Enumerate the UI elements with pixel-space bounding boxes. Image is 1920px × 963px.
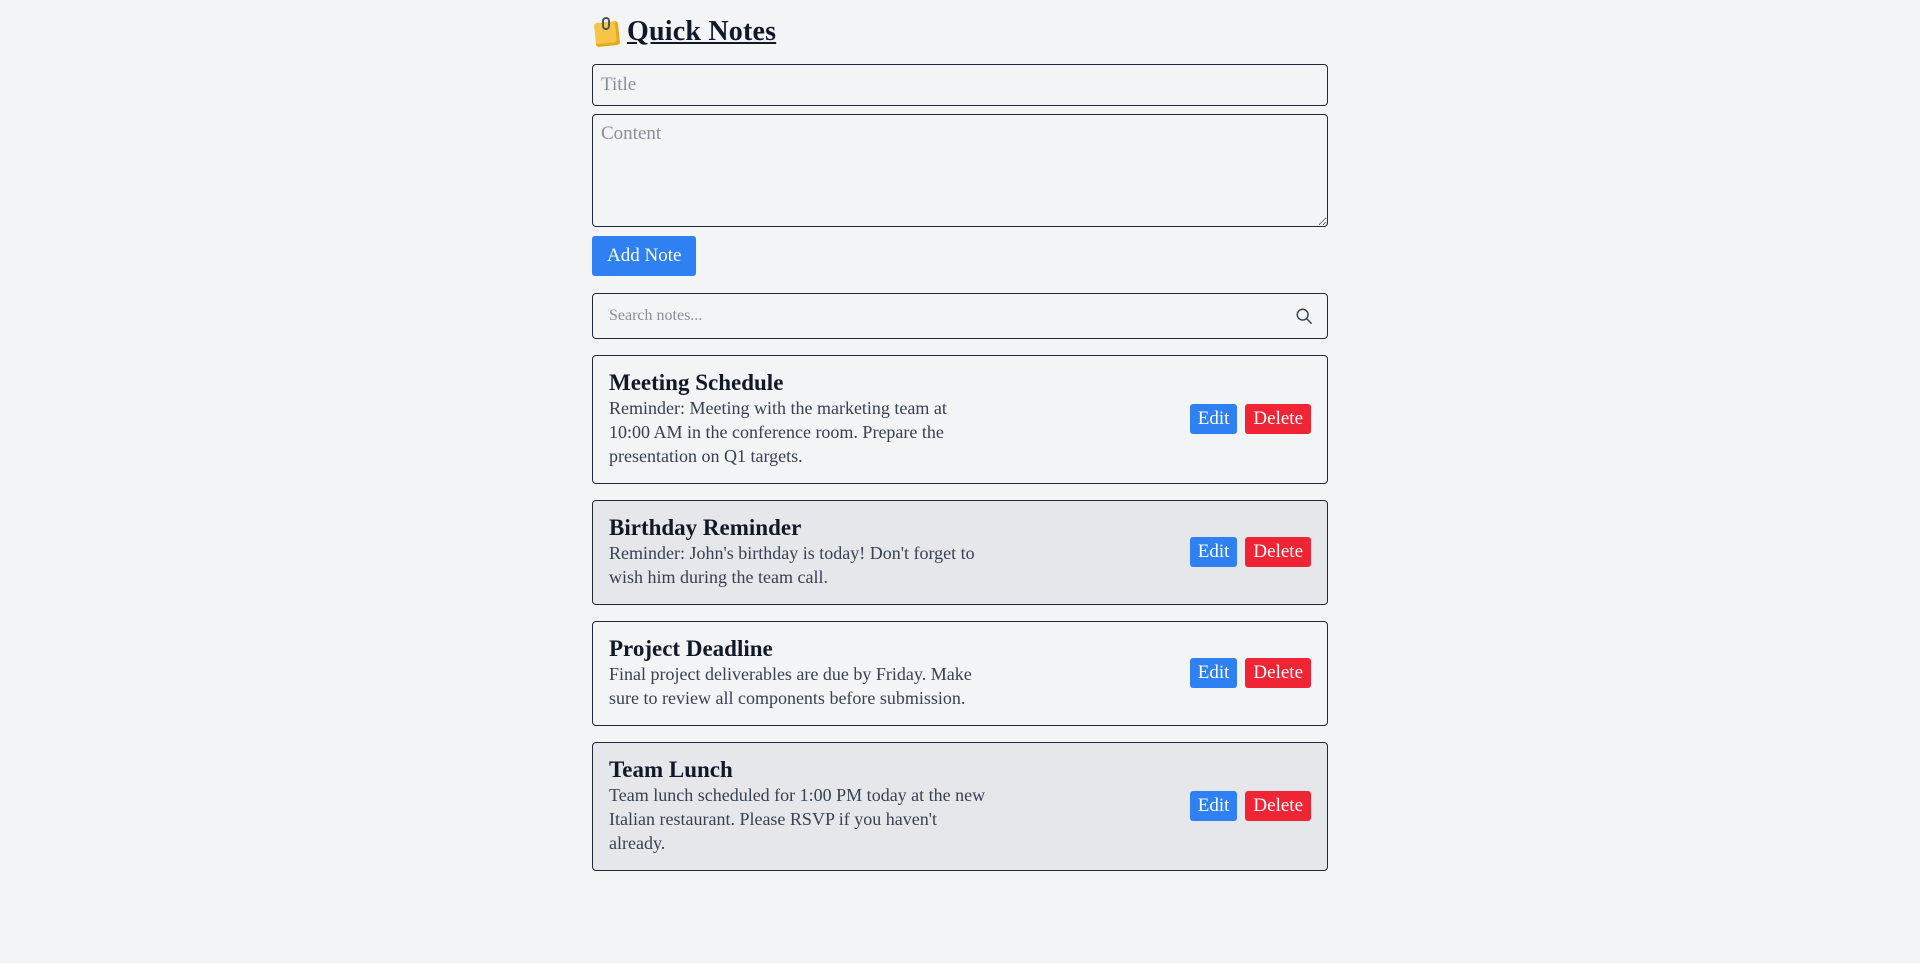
app-header: Quick Notes xyxy=(592,14,1328,50)
note-content-line: Italian restaurant. Please RSVP if you h… xyxy=(609,809,937,829)
edit-button[interactable]: Edit xyxy=(1189,404,1238,434)
search-icon[interactable] xyxy=(1295,307,1313,325)
delete-button[interactable]: Delete xyxy=(1245,404,1311,434)
delete-button[interactable]: Delete xyxy=(1245,791,1311,821)
note-text: Project Deadline Final project deliverab… xyxy=(609,636,1049,710)
edit-button[interactable]: Edit xyxy=(1189,658,1238,688)
note-title: Meeting Schedule xyxy=(609,370,784,395)
note-content: Final project deliverables are due by Fr… xyxy=(609,662,1049,710)
note-actions: Edit Delete xyxy=(1189,404,1311,434)
note-actions: Edit Delete xyxy=(1189,791,1311,821)
note-content-line: wish him during the team call. xyxy=(609,567,828,587)
memo-icon xyxy=(592,16,624,48)
note-actions: Edit Delete xyxy=(1189,658,1311,688)
note-content-input[interactable] xyxy=(592,114,1328,227)
notes-list: Meeting Schedule Reminder: Meeting with … xyxy=(592,355,1328,871)
search-bar xyxy=(592,293,1328,339)
note-title: Team Lunch xyxy=(609,757,733,782)
edit-button[interactable]: Edit xyxy=(1189,791,1238,821)
note-content: Team lunch scheduled for 1:00 PM today a… xyxy=(609,783,1049,855)
note-content-line: already. xyxy=(609,833,666,853)
note-title: Project Deadline xyxy=(609,636,773,661)
note-title: Birthday Reminder xyxy=(609,515,802,540)
note-content: Reminder: John's birthday is today! Don'… xyxy=(609,541,1049,589)
note-text: Birthday Reminder Reminder: John's birth… xyxy=(609,515,1049,589)
note-content-line: presentation on Q1 targets. xyxy=(609,446,803,466)
note-content: Reminder: Meeting with the marketing tea… xyxy=(609,396,1049,468)
add-note-button[interactable]: Add Note xyxy=(592,236,697,276)
note-content-line: Team lunch scheduled for 1:00 PM today a… xyxy=(609,785,986,805)
note-content-line: Reminder: John's birthday is today! Don'… xyxy=(609,543,975,563)
note-card: Meeting Schedule Reminder: Meeting with … xyxy=(592,355,1328,484)
note-actions: Edit Delete xyxy=(1189,537,1311,567)
note-content-line: Final project deliverables are due by Fr… xyxy=(609,664,972,684)
note-content-line: Reminder: Meeting with the marketing tea… xyxy=(609,398,947,418)
note-card: Team Lunch Team lunch scheduled for 1:00… xyxy=(592,742,1328,871)
page-title: Quick Notes xyxy=(627,16,777,47)
notes-app: Quick Notes Add Note Meeting Schedule Re… xyxy=(592,0,1328,887)
note-card: Birthday Reminder Reminder: John's birth… xyxy=(592,500,1328,605)
delete-button[interactable]: Delete xyxy=(1245,658,1311,688)
note-content-line: 10:00 AM in the conference room. Prepare… xyxy=(609,422,944,442)
search-input[interactable] xyxy=(593,294,1273,337)
note-title-input[interactable] xyxy=(592,64,1328,106)
note-text: Meeting Schedule Reminder: Meeting with … xyxy=(609,370,1049,468)
delete-button[interactable]: Delete xyxy=(1245,537,1311,567)
note-content-line: sure to review all components before sub… xyxy=(609,688,966,708)
note-card: Project Deadline Final project deliverab… xyxy=(592,621,1328,726)
note-text: Team Lunch Team lunch scheduled for 1:00… xyxy=(609,757,1049,855)
edit-button[interactable]: Edit xyxy=(1189,537,1238,567)
